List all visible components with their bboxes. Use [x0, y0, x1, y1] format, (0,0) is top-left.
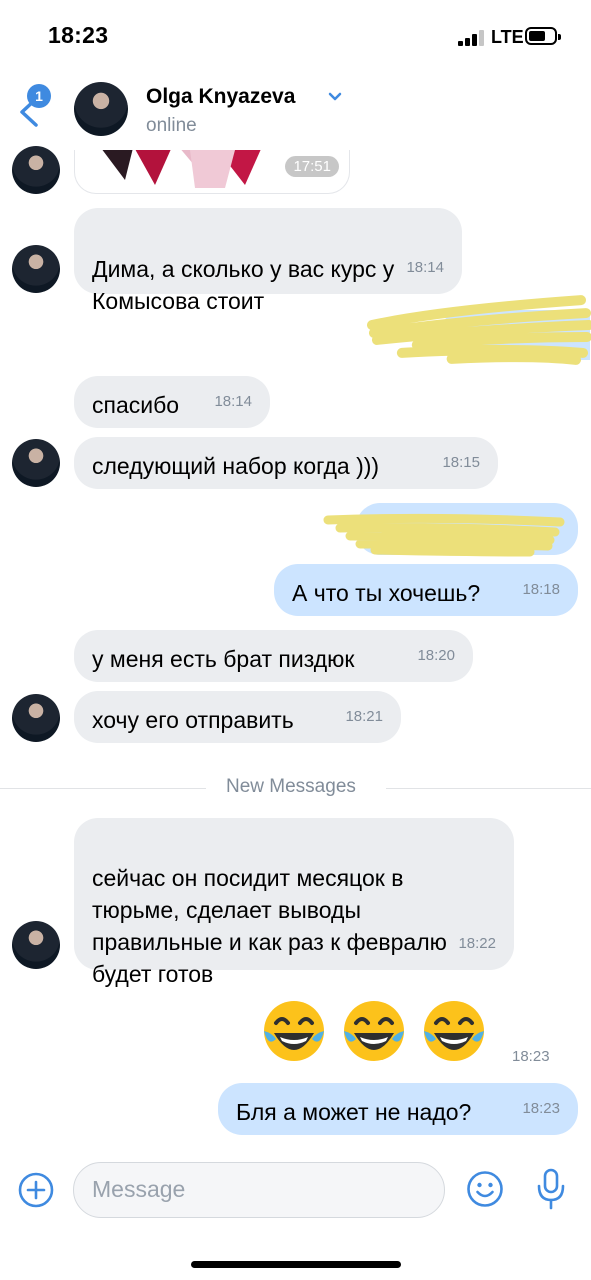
chevron-down-icon[interactable]: [328, 92, 342, 102]
message-bubble[interactable]: сейчас он посидит месяцок в тюрьме, сдел…: [74, 818, 514, 987]
message-text: Бля а может не надо?: [236, 1099, 472, 1125]
sender-avatar[interactable]: [12, 439, 60, 487]
message-time: 18:18: [522, 581, 560, 598]
message-input-placeholder: Message: [92, 1176, 186, 1202]
message-bubble[interactable]: хочу его отправить 18:21: [74, 691, 401, 743]
attach-plus-icon[interactable]: [18, 1172, 54, 1208]
status-bar: 18:23 LTE: [0, 0, 591, 70]
laughing-tears-emoji-icon: [424, 1001, 484, 1061]
message-bubble[interactable]: Дима, а сколько у вас курс у Комысова ст…: [74, 208, 462, 314]
unread-badge: 1: [27, 84, 51, 108]
message-text: А что ты хочешь?: [292, 580, 481, 606]
message-time: 18:22: [458, 935, 496, 952]
sticker-image: [102, 150, 261, 188]
redaction-scribble: [366, 295, 591, 365]
laughing-tears-emoji-icon: [264, 1001, 324, 1061]
battery-icon: [525, 27, 561, 45]
message-time: 18:23: [512, 1048, 550, 1065]
sender-avatar[interactable]: [12, 921, 60, 969]
message-input[interactable]: Message: [73, 1162, 445, 1218]
contact-avatar[interactable]: [74, 82, 128, 136]
laughing-tears-emoji-icon: [344, 1001, 404, 1061]
message-bubble[interactable]: А что ты хочешь? 18:18: [274, 564, 578, 616]
message-bubble[interactable]: следующий набор когда ))) 18:15: [74, 437, 498, 489]
message-text: следующий набор когда ))): [92, 453, 380, 479]
message-text: сейчас он посидит месяцок в тюрьме, сдел…: [92, 865, 447, 987]
redaction-scribble: [323, 513, 565, 557]
message-time: 17:51: [285, 156, 339, 177]
message-time: 18:20: [417, 647, 455, 664]
contact-name[interactable]: Olga Knyazeva: [146, 85, 295, 109]
new-messages-divider: New Messages: [0, 776, 591, 800]
divider-label: New Messages: [226, 776, 356, 797]
message-text: спасибо: [92, 392, 180, 418]
network-label: LTE: [491, 27, 524, 47]
sender-avatar[interactable]: [12, 146, 60, 194]
message-bubble[interactable]: Бля а может не надо? 18:23: [218, 1083, 578, 1135]
message-bubble[interactable]: спасибо 18:14: [74, 376, 270, 428]
message-bubble[interactable]: у меня есть брат пиздюк 18:20: [74, 630, 473, 682]
emoji-smile-icon[interactable]: [466, 1170, 504, 1208]
message-time: 18:15: [442, 454, 480, 471]
sender-avatar[interactable]: [12, 245, 60, 293]
presence-status: online: [146, 115, 197, 136]
message-text: у меня есть брат пиздюк: [92, 646, 355, 672]
message-text: хочу его отправить: [92, 707, 294, 733]
message-time: 18:21: [345, 708, 383, 725]
sticker-message[interactable]: 17:51: [74, 150, 350, 194]
signal-icon: [458, 30, 486, 46]
status-time: 18:23: [48, 22, 109, 48]
message-time: 18:23: [522, 1100, 560, 1117]
microphone-icon[interactable]: [536, 1168, 566, 1210]
message-text: Дима, а сколько у вас курс у Комысова ст…: [92, 256, 395, 314]
sender-avatar[interactable]: [12, 694, 60, 742]
message-time: 18:14: [214, 393, 252, 410]
home-indicator[interactable]: [191, 1261, 401, 1268]
message-time: 18:14: [406, 259, 444, 276]
